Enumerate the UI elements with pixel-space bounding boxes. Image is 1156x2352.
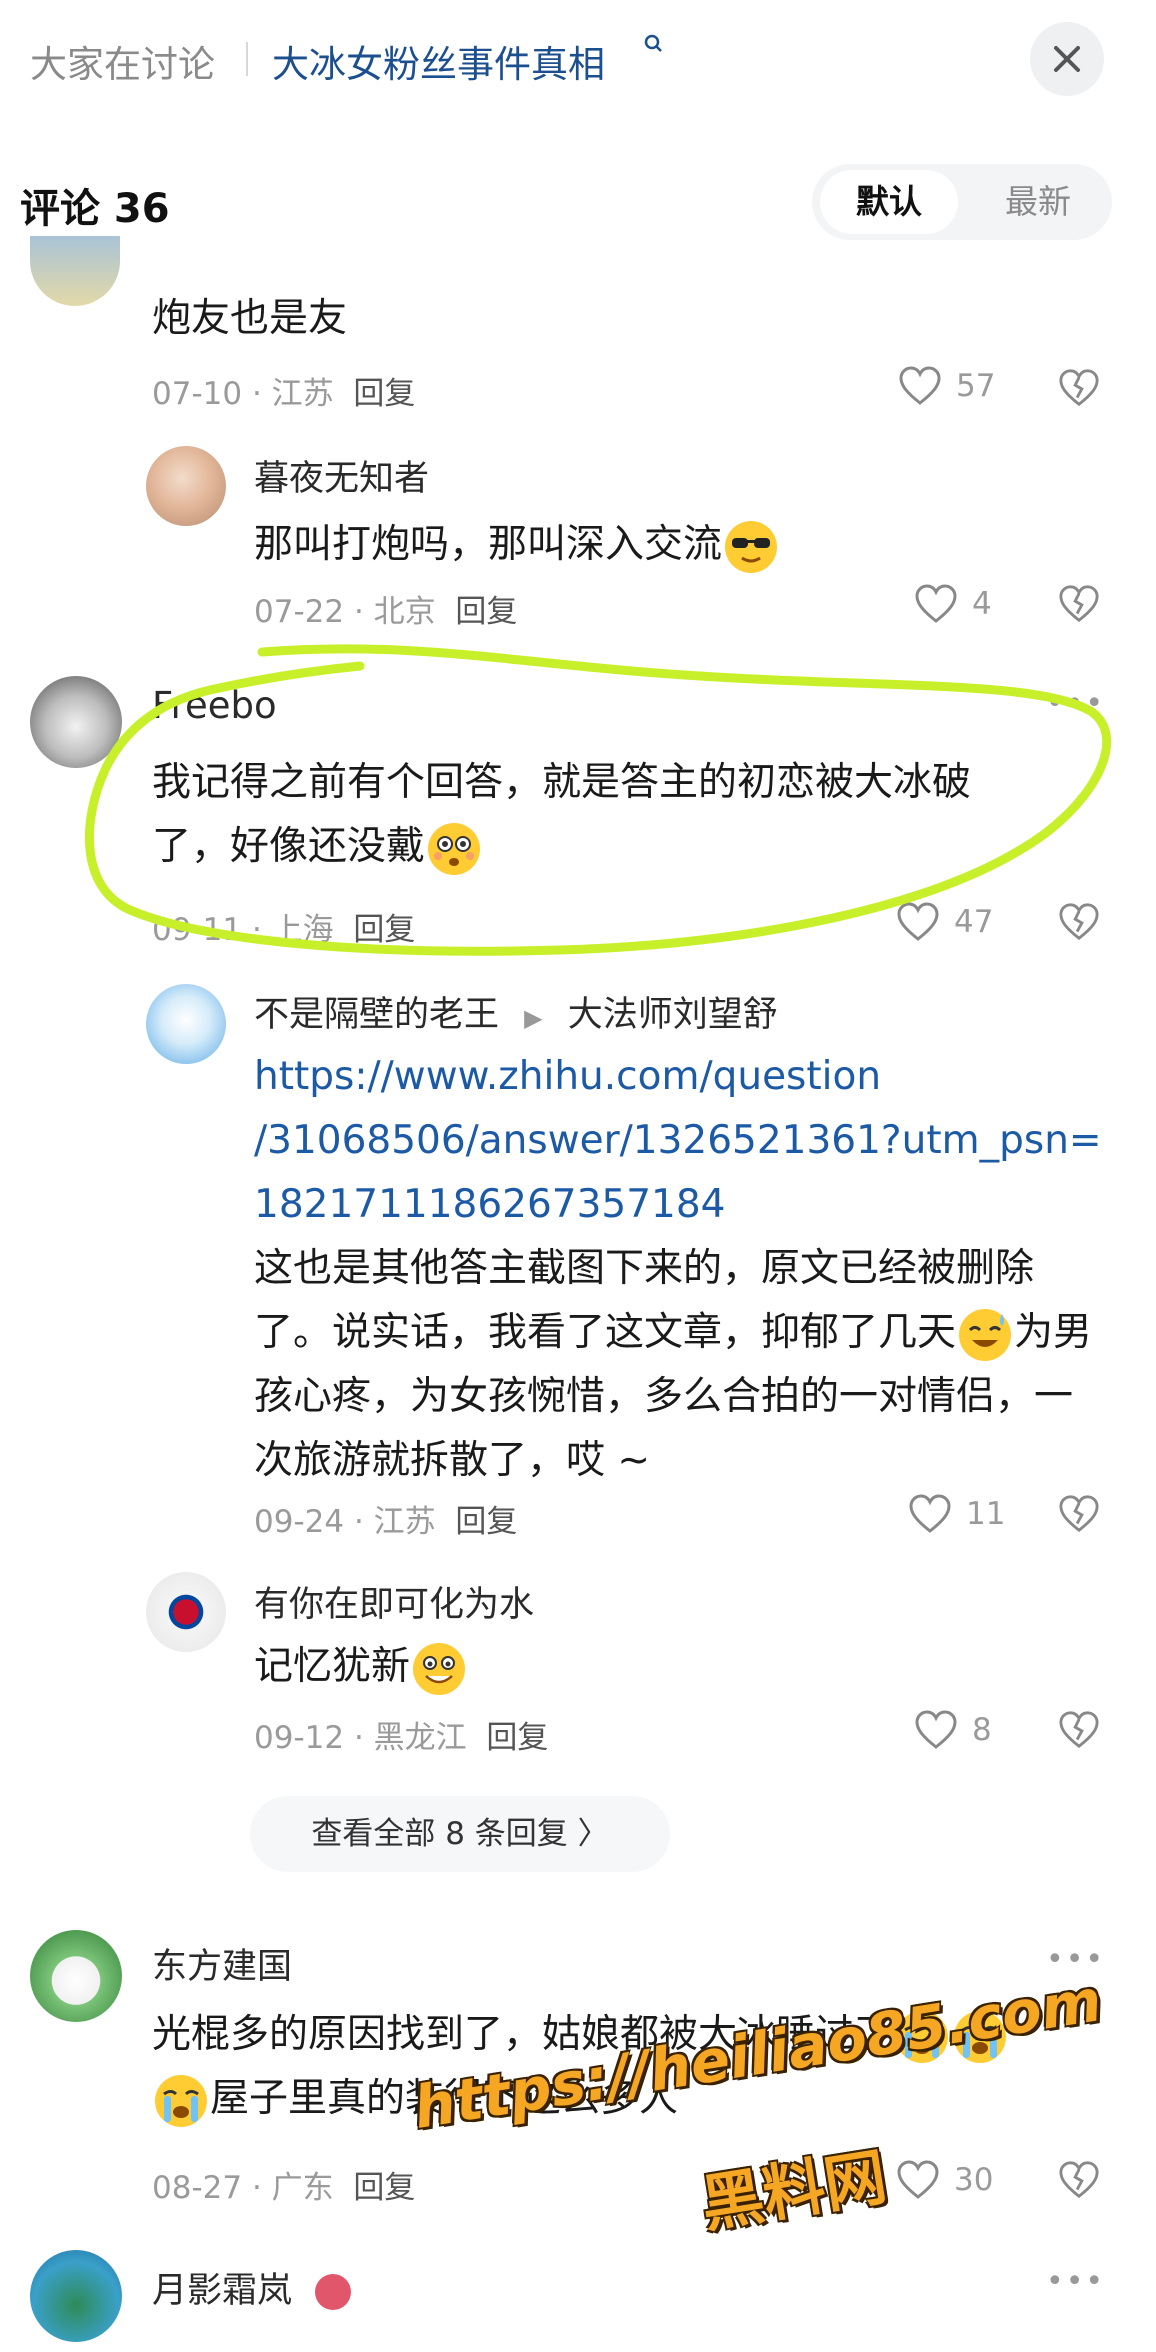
heart-icon	[909, 1494, 951, 1533]
comment-text: 记忆犹新	[254, 1636, 468, 1698]
link[interactable]: 1821711186267357184	[254, 1174, 725, 1236]
like-button[interactable]: 8	[914, 1710, 992, 1750]
heart-icon	[897, 2160, 939, 2199]
link[interactable]: /31068506/answer/1326521361?utm_psn=	[254, 1110, 1102, 1172]
comment-location: 黑龙江	[373, 1720, 467, 1756]
sweat-smile-emoji-icon	[959, 1308, 1012, 1361]
comment-meta: 09-24 · 江苏 回复	[254, 1504, 518, 1540]
comment-text-body: 记忆犹新	[254, 1644, 411, 1689]
comment-text: 了。说实话，我看了这文章，抑郁了几天 为男	[254, 1302, 1092, 1364]
like-count: 11	[966, 1496, 1006, 1532]
avatar[interactable]	[146, 984, 226, 1064]
username: 月影霜岚	[152, 2262, 352, 2313]
comment-meta: 08-27 · 广东 回复	[152, 2170, 416, 2206]
avatar[interactable]	[30, 1930, 122, 2022]
broken-heart-icon[interactable]	[1058, 2160, 1100, 2200]
reply-to-username[interactable]: 大法师刘望舒	[568, 995, 778, 1035]
username[interactable]: 不是隔壁的老王	[254, 995, 499, 1035]
comment-date: 08-27	[152, 2170, 243, 2206]
reply-header: 不是隔壁的老王 ▶ 大法师刘望舒	[254, 986, 778, 1037]
watermark-name: 黑料网	[696, 2139, 892, 2242]
comment-text: 这也是其他答主截图下来的，原文已经被删除	[254, 1246, 1035, 1291]
comment-text-body: 为男	[1014, 1310, 1093, 1355]
badge-icon	[315, 2274, 352, 2310]
comment-location: 广东	[271, 2170, 334, 2206]
comment-location: 江苏	[373, 1504, 436, 1540]
reply-button[interactable]: 回复	[353, 2170, 415, 2206]
comment-text-body: 了。说实话，我看了这文章，抑郁了几天	[254, 1310, 957, 1355]
avatar[interactable]	[146, 1572, 226, 1652]
like-count: 8	[972, 1712, 992, 1748]
highlight-ellipse	[84, 644, 1112, 956]
like-button[interactable]: 11	[908, 1494, 1005, 1534]
reply-arrow-icon: ▶	[524, 1004, 543, 1032]
more-options-icon[interactable]: •••	[1046, 2264, 1105, 2299]
grin-emoji-icon	[413, 1642, 466, 1695]
avatar[interactable]	[30, 2250, 122, 2342]
username-text[interactable]: 月影霜岚	[152, 2271, 292, 2311]
username[interactable]: 东方建国	[152, 1938, 292, 1989]
heart-icon	[915, 1710, 957, 1749]
reply-button[interactable]: 回复	[455, 1504, 517, 1540]
comment-text: 孩心疼，为女孩惋惜，多么合拍的一对情侣，一	[254, 1374, 1074, 1419]
comment-date: 09-24	[254, 1504, 345, 1540]
view-all-replies-button[interactable]: 查看全部 8 条回复 〉	[250, 1796, 670, 1872]
username[interactable]: 有你在即可化为水	[254, 1576, 534, 1627]
crying-emoji-icon	[155, 2074, 207, 2127]
reply-button[interactable]: 回复	[486, 1720, 548, 1756]
comment-date: 09-12	[254, 1720, 345, 1756]
like-count: 30	[954, 2162, 994, 2198]
like-button[interactable]: 30	[896, 2160, 993, 2200]
link[interactable]: https://www.zhihu.com/question	[254, 1046, 881, 1108]
broken-heart-icon[interactable]	[1058, 1710, 1100, 1750]
broken-heart-icon[interactable]	[1058, 1494, 1100, 1534]
comment-text: 次旅游就拆散了，哎 ~	[254, 1438, 651, 1483]
comment-meta: 09-12 · 黑龙江 回复	[254, 1720, 549, 1756]
